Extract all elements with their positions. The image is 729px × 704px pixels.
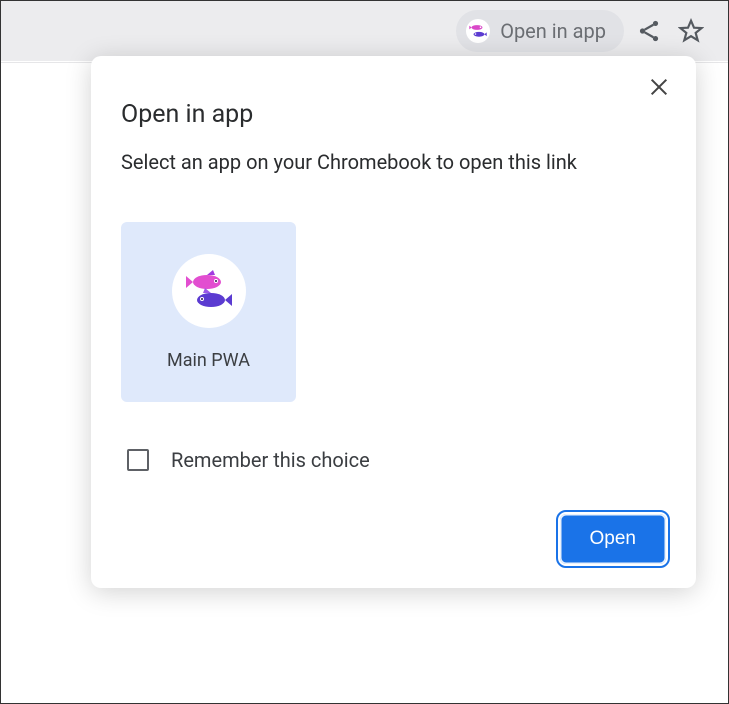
remember-label: Remember this choice (171, 448, 370, 472)
browser-toolbar: Open in app (1, 1, 728, 61)
star-icon[interactable] (674, 14, 708, 48)
remember-checkbox[interactable] (127, 449, 149, 471)
app-option-label: Main PWA (167, 350, 250, 371)
open-button[interactable]: Open (560, 514, 666, 564)
fish-icon (172, 254, 246, 328)
dialog-actions: Open (121, 514, 666, 564)
open-in-app-chip-label: Open in app (500, 19, 606, 43)
remember-choice-row: Remember this choice (121, 448, 666, 472)
dialog-description: Select an app on your Chromebook to open… (121, 147, 666, 178)
open-in-app-chip[interactable]: Open in app (456, 10, 624, 52)
open-in-app-dialog: Open in app Select an app on your Chrome… (91, 56, 696, 588)
app-option-main-pwa[interactable]: Main PWA (121, 222, 296, 402)
close-button[interactable] (644, 74, 674, 104)
fish-icon (466, 19, 490, 43)
dialog-title: Open in app (121, 100, 666, 129)
share-icon[interactable] (632, 14, 666, 48)
close-icon (648, 76, 670, 102)
